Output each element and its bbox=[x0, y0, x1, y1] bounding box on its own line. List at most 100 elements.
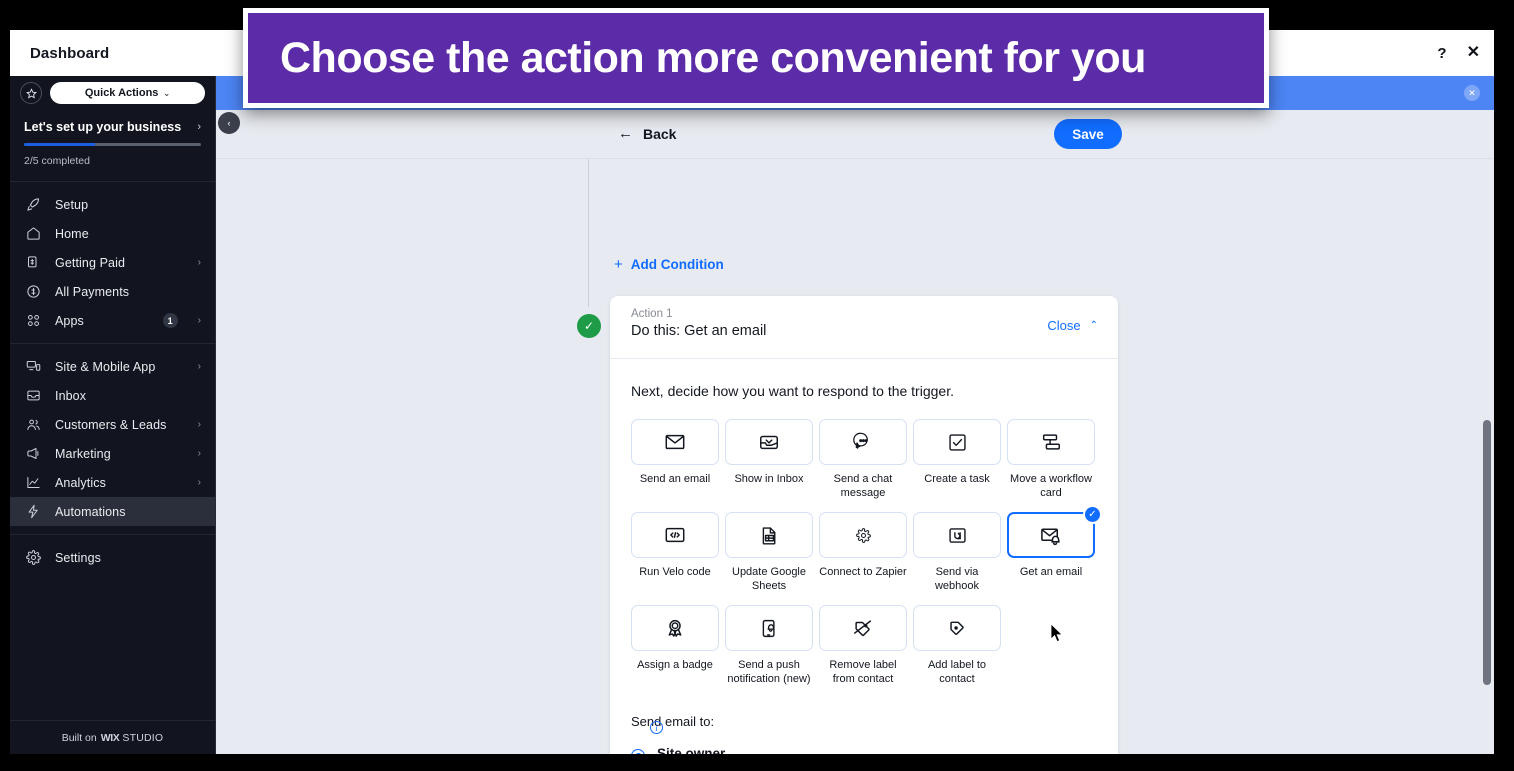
action-tile-create-a-task[interactable]: Create a task bbox=[913, 419, 1001, 500]
action-tile-box[interactable] bbox=[631, 605, 719, 651]
megaphone-icon bbox=[26, 446, 41, 461]
action-tile-box[interactable] bbox=[913, 512, 1001, 558]
save-button[interactable]: Save bbox=[1054, 119, 1122, 149]
action-tile-box[interactable] bbox=[725, 419, 813, 465]
close-icon[interactable]: ✕ bbox=[1467, 45, 1480, 61]
dollar-circle-icon bbox=[26, 284, 41, 299]
action-tile-label: Move a workflow card bbox=[1010, 473, 1092, 499]
action-tile-update-google-sheets[interactable]: Update Google Sheets bbox=[725, 512, 813, 593]
chevron-up-icon: ⌃ bbox=[1089, 320, 1098, 331]
action-tile-send-via-webhook[interactable]: Send via webhook bbox=[913, 512, 1001, 593]
action-tile-send-an-email[interactable]: Send an email bbox=[631, 419, 719, 500]
sidebar-item-automations[interactable]: Automations bbox=[10, 497, 215, 526]
radio-button[interactable] bbox=[631, 749, 645, 754]
action-tile-label: Show in Inbox bbox=[734, 473, 804, 485]
action-tile-box[interactable] bbox=[725, 512, 813, 558]
sidebar-item-label: Setup bbox=[55, 197, 89, 212]
action-card-body: Next, decide how you want to respond to … bbox=[610, 359, 1118, 754]
action-tile-box[interactable] bbox=[913, 605, 1001, 651]
action-tile-move-a-workflow-card[interactable]: Move a workflow card bbox=[1007, 419, 1095, 500]
sidebar-item-label: Apps bbox=[55, 313, 84, 328]
gear-icon bbox=[855, 527, 871, 543]
setup-progress-block[interactable]: Let's set up your business › 2/5 complet… bbox=[10, 110, 215, 182]
sidebar-item-apps[interactable]: Apps 1 › bbox=[10, 306, 215, 335]
help-icon[interactable]: ? bbox=[1437, 46, 1446, 61]
star-icon[interactable] bbox=[20, 82, 42, 104]
action-tile-show-in-inbox[interactable]: Show in Inbox bbox=[725, 419, 813, 500]
flow-connector-line bbox=[588, 159, 589, 307]
sidebar-nav-group: Settings bbox=[10, 534, 215, 580]
info-icon[interactable]: i bbox=[650, 721, 663, 734]
notification-close-icon[interactable]: ✕ bbox=[1464, 85, 1480, 101]
setup-progress-bar bbox=[24, 143, 201, 146]
action-tile-box[interactable] bbox=[819, 605, 907, 651]
action-tile-box[interactable] bbox=[819, 419, 907, 465]
sidebar-item-label: Automations bbox=[55, 504, 126, 519]
action-tile-remove-label-from-contact[interactable]: Remove label from contact bbox=[819, 605, 907, 686]
sidebar-item-home[interactable]: Home bbox=[10, 219, 215, 248]
rocket-icon bbox=[26, 197, 41, 212]
action-tile-assign-a-badge[interactable]: Assign a badge bbox=[631, 605, 719, 686]
action-tile-send-a-chat-message[interactable]: Send a chat message bbox=[819, 419, 907, 500]
sidebar-collapse-button[interactable]: ‹ bbox=[218, 112, 240, 134]
action-tile-connect-to-zapier[interactable]: Connect to Zapier bbox=[819, 512, 907, 593]
canvas-header: ← Back Save bbox=[216, 110, 1494, 159]
checkbox-icon bbox=[947, 432, 968, 453]
action-tile-label: Run Velo code bbox=[639, 566, 711, 578]
chevron-right-icon: › bbox=[197, 257, 201, 268]
action-tile-box[interactable] bbox=[913, 419, 1001, 465]
action-tile-box[interactable] bbox=[631, 419, 719, 465]
sidebar-item-label: Customers & Leads bbox=[55, 417, 167, 432]
mouse-cursor bbox=[1051, 624, 1063, 643]
action-tile-label: Create a task bbox=[924, 473, 990, 485]
main-canvas: ← Back Save + Add Condition ✓ Action 1 D… bbox=[216, 110, 1494, 754]
chevron-right-icon: › bbox=[197, 121, 201, 133]
back-label: Back bbox=[643, 125, 677, 142]
sidebar-item-inbox[interactable]: Inbox bbox=[10, 381, 215, 410]
scrollbar-thumb[interactable] bbox=[1483, 420, 1491, 685]
quick-actions-button[interactable]: Quick Actions ⌄ bbox=[50, 82, 205, 104]
envelope-bell-icon bbox=[1040, 524, 1063, 547]
action-tile-box[interactable] bbox=[631, 512, 719, 558]
setup-progress-label: 2/5 completed bbox=[24, 155, 90, 167]
action-tile-add-label-to-contact[interactable]: Add label to contact bbox=[913, 605, 1001, 686]
workflow-cards-icon bbox=[1040, 431, 1062, 453]
recipient-options: Site ownerCustom emailsEnter specific em… bbox=[631, 746, 1097, 754]
sidebar-item-setup[interactable]: Setup bbox=[10, 190, 215, 219]
sidebar-item-settings[interactable]: Settings bbox=[10, 543, 215, 572]
setup-title: Let's set up your business bbox=[24, 120, 182, 134]
recipient-option-site-owner[interactable]: Site owner bbox=[631, 746, 1097, 754]
inbox-icon bbox=[26, 388, 41, 403]
sidebar-item-all-payments[interactable]: All Payments bbox=[10, 277, 215, 306]
sidebar-item-getting-paid[interactable]: Getting Paid › bbox=[10, 248, 215, 277]
chevron-down-icon: ⌄ bbox=[163, 88, 171, 98]
monitor-icon bbox=[26, 359, 41, 374]
vertical-scrollbar[interactable] bbox=[1482, 110, 1492, 754]
action-tile-send-a-push-notification-new[interactable]: Send a push notification (new) bbox=[725, 605, 813, 686]
sidebar: Quick Actions ⌄ Let's set up your busine… bbox=[10, 76, 216, 754]
action-tile-run-velo-code[interactable]: Run Velo code bbox=[631, 512, 719, 593]
action-tile-get-an-email[interactable]: ✓ Get an email bbox=[1007, 505, 1102, 593]
back-button[interactable]: ← Back bbox=[618, 125, 676, 142]
sidebar-item-marketing[interactable]: Marketing › bbox=[10, 439, 215, 468]
sidebar-item-site-mobile-app[interactable]: Site & Mobile App › bbox=[10, 352, 215, 381]
action-tile-box[interactable] bbox=[725, 605, 813, 651]
apps-icon bbox=[26, 313, 41, 328]
tile-selected-check-icon: ✓ bbox=[1083, 505, 1102, 524]
sidebar-item-customers-leads[interactable]: Customers & Leads › bbox=[10, 410, 215, 439]
chevron-right-icon: › bbox=[197, 419, 201, 430]
action-tile-label: Add label to contact bbox=[927, 659, 987, 685]
sidebar-item-label: Inbox bbox=[55, 388, 87, 403]
add-condition-button[interactable]: + Add Condition bbox=[614, 257, 724, 272]
action-tile-label: Connect to Zapier bbox=[819, 566, 907, 578]
action-tile-label: Update Google Sheets bbox=[732, 566, 806, 592]
action-card: Action 1 Do this: Get an email Close ⌃ N… bbox=[610, 296, 1118, 754]
sidebar-item-analytics[interactable]: Analytics › bbox=[10, 468, 215, 497]
action-tile-box[interactable] bbox=[819, 512, 907, 558]
action-tile-box[interactable] bbox=[1007, 419, 1095, 465]
action-tile-box[interactable]: ✓ bbox=[1007, 505, 1102, 558]
chart-icon bbox=[26, 475, 41, 490]
phone-bell-icon bbox=[759, 618, 780, 639]
action-close-button[interactable]: Close ⌃ bbox=[1047, 318, 1098, 333]
action-prompt: Next, decide how you want to respond to … bbox=[631, 383, 954, 399]
